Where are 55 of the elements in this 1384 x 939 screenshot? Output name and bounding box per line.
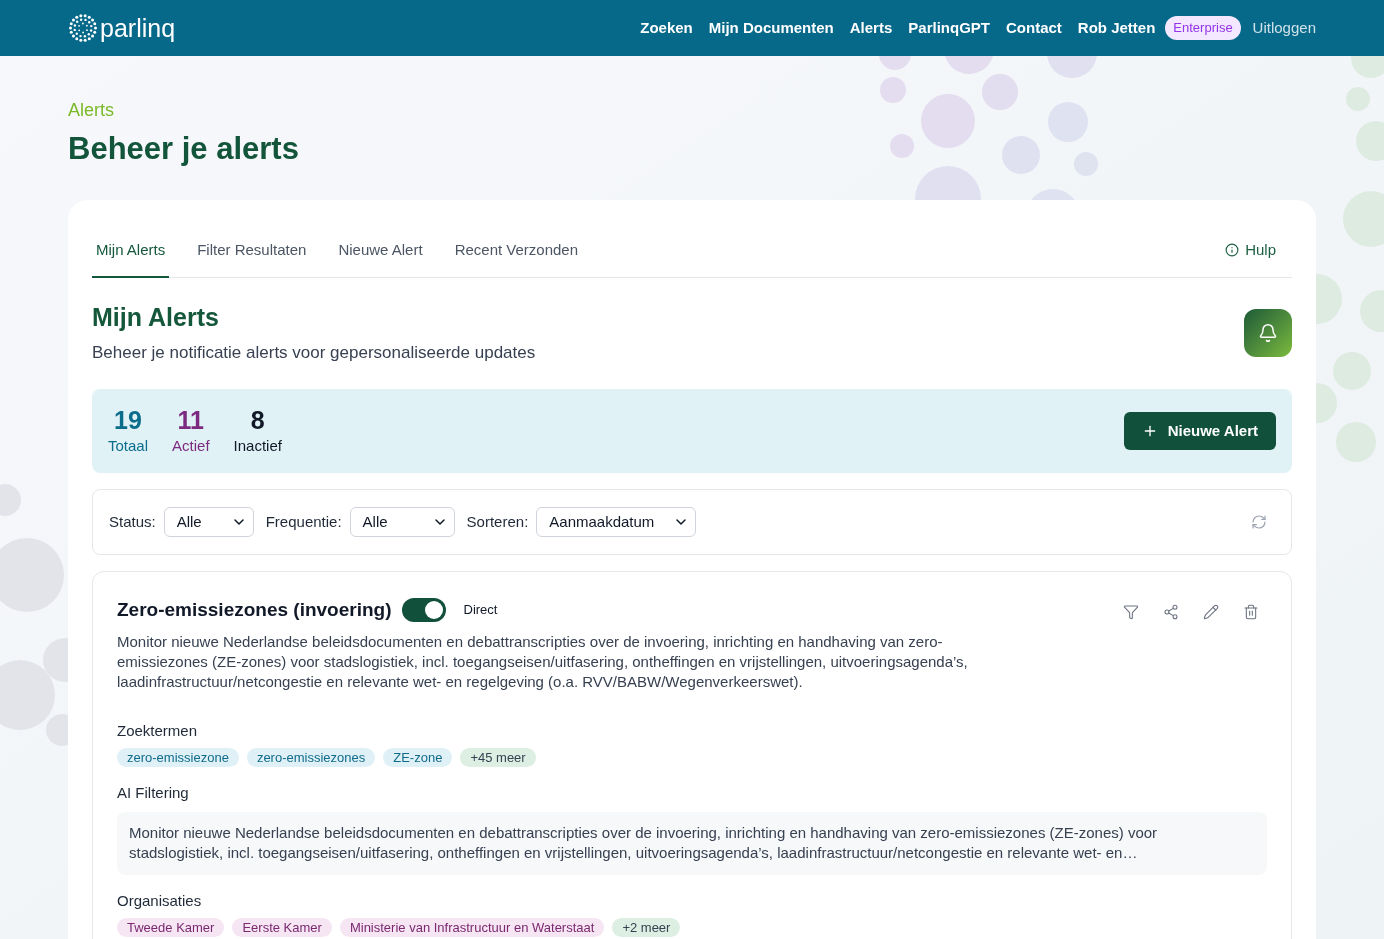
section-heading: AI Filtering: [117, 783, 190, 803]
section-heading: Zoektermen: [117, 721, 199, 741]
refresh-icon[interactable]: [1251, 514, 1267, 530]
filter-dropdown[interactable]: Alle: [349, 507, 455, 537]
stat-label: Totaal: [108, 436, 149, 456]
nav-link[interactable]: Alerts: [849, 18, 893, 38]
alert-description: Monitor nieuwe Nederlandse beleidsdocumenten en debattranscripties over de invoering, inrichting en handhaving van zero-emissiezones (ZE-zones) voor stadslogistiek, incl. toegangseisen/uitfasering, ontheffingen en vrijstellingen, uitvoeringsagenda’s, laadinfrastructuur/netcongestie en relevante wet- en regelgeving (o.a. RVV/BABW/Wegenverkeerswet).: [117, 632, 969, 692]
tab[interactable]: Mijn Alerts: [92, 224, 170, 278]
search-term-tag: zero-emissiezones: [246, 748, 376, 767]
tab[interactable]: Recent Verzonden: [450, 224, 583, 278]
organisation-tag: Tweede Kamer: [117, 918, 225, 937]
stat-value: 8: [250, 406, 265, 434]
logo-text: parlinq: [100, 14, 176, 42]
organisation-tag: Eerste Kamer: [232, 918, 332, 937]
plan-badge: Enterprise: [1165, 16, 1241, 40]
more-count-tag: +45 meer: [460, 748, 536, 767]
organisation-tag: Ministerie van Infrastructuur en Waterstaat: [339, 918, 605, 937]
tab[interactable]: Filter Resultaten: [193, 224, 311, 278]
share-icon[interactable]: [1163, 604, 1179, 620]
nav-link[interactable]: ParlinqGPT: [908, 18, 990, 38]
tab[interactable]: Nieuwe Alert: [334, 224, 427, 278]
breadcrumb-label: Alerts: [68, 99, 115, 122]
search-term-tag: zero-emissiezone: [117, 748, 239, 767]
ai-filter-text: Monitor nieuwe Nederlandse beleidsdocumenten en debattranscripties over de invoering, inrichting en handhaving van zero-emissiezones (ZE-zones) voor stadslogistiek, incl. toegangseisen/uitfasering, ontheffingen en vrijstellingen, uitvoeringsagenda’s, laadinfrastructuur/netcongestie en relevante wet- en…: [129, 823, 1159, 863]
stat-value: 19: [114, 406, 142, 434]
alert-title: Zero-emissiezones (invoering): [117, 598, 392, 622]
frequency-label: Direct: [463, 601, 498, 619]
info-icon: [1225, 243, 1240, 257]
edit-icon[interactable]: [1203, 604, 1219, 620]
filter-dropdown[interactable]: Alle: [163, 507, 254, 537]
logout-link[interactable]: Uitloggen: [1252, 18, 1316, 38]
filter-label: Status:: [109, 512, 156, 532]
section-subtitle: Beheer je notificatie alerts voor gepersonaliseerde updates: [92, 342, 536, 364]
stat-label: Actief: [172, 436, 210, 456]
nav-link[interactable]: Zoeken: [640, 18, 693, 38]
nav-link[interactable]: Contact: [1006, 18, 1062, 38]
toggle-switch[interactable]: [401, 598, 446, 622]
help-link[interactable]: Hulp: [1245, 240, 1276, 260]
nav-link[interactable]: Rob Jetten: [1077, 18, 1156, 38]
stat-value: 11: [177, 406, 204, 434]
search-term-tag: ZE-zone: [383, 748, 453, 767]
stat-label: Inactief: [233, 436, 282, 456]
bell-icon: [1244, 309, 1292, 357]
new-alert-button[interactable]: Nieuwe Alert: [1123, 412, 1276, 450]
filter-label: Sorteren:: [466, 512, 529, 532]
nav-link[interactable]: Mijn Documenten: [708, 18, 834, 38]
section-title: Mijn Alerts: [92, 302, 220, 333]
page-title: Beheer je alerts: [68, 130, 300, 168]
filter-icon[interactable]: [1123, 604, 1139, 620]
filter-dropdown[interactable]: Aanmaakdatum: [536, 507, 697, 537]
more-count-tag: +2 meer: [612, 918, 681, 937]
logo-dots-icon: [68, 13, 98, 43]
filter-label: Frequentie:: [265, 512, 342, 532]
delete-icon[interactable]: [1243, 604, 1259, 620]
section-heading: Organisaties: [117, 891, 203, 911]
